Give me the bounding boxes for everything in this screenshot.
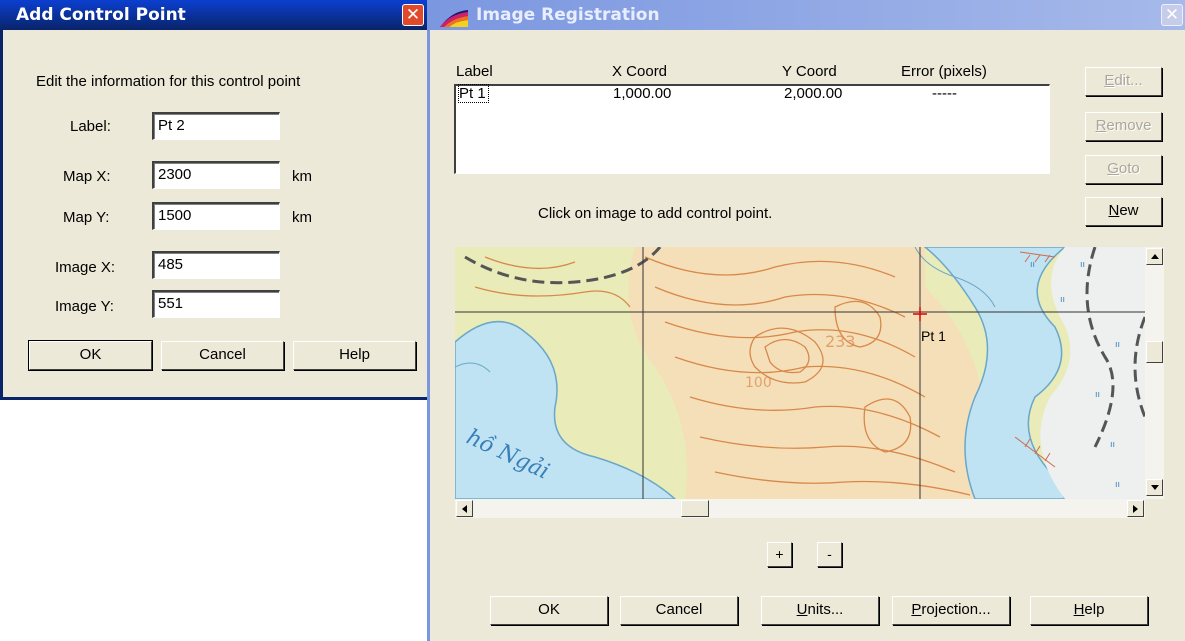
dialog-title-bar[interactable]: Add Control Point ✕ xyxy=(0,0,430,30)
row-y-coord: 2,000.00 xyxy=(784,85,843,102)
arrow-right-icon xyxy=(1133,504,1138,513)
scroll-right-button[interactable] xyxy=(1127,500,1144,517)
image-x-label: Image X: xyxy=(55,259,116,276)
vertical-scroll-thumb[interactable] xyxy=(1146,341,1163,363)
contour-label-233: 233 xyxy=(825,332,856,351)
goto-button[interactable]: Goto xyxy=(1085,155,1162,184)
svg-text:ıı: ıı xyxy=(1060,295,1065,305)
arrow-left-icon xyxy=(462,504,467,513)
svg-text:ıı: ıı xyxy=(1115,340,1120,350)
map-x-input[interactable]: 2300 xyxy=(152,161,280,189)
registration-title-bar[interactable]: Image Registration ✕ xyxy=(430,0,1185,30)
control-point-list[interactable]: Pt 1 1,000.00 2,000.00 ----- xyxy=(454,84,1050,174)
registration-close-button[interactable]: ✕ xyxy=(1161,4,1183,26)
label-field-label: Label: xyxy=(70,118,111,135)
remove-button-label: emove xyxy=(1106,117,1152,134)
svg-text:ıı: ıı xyxy=(1115,480,1120,490)
topographic-map-image[interactable]: ıı ıı ıııı ıııı ıı hồ Ngải 233 100 Pt 1 xyxy=(455,247,1145,499)
control-point-label: Pt 1 xyxy=(921,328,946,344)
help-button[interactable]: Help xyxy=(293,341,416,370)
map-y-unit: km xyxy=(292,209,312,226)
scroll-down-button[interactable] xyxy=(1146,479,1163,496)
map-x-unit: km xyxy=(292,168,312,185)
map-x-label: Map X: xyxy=(63,168,111,185)
scroll-left-button[interactable] xyxy=(456,500,473,517)
add-control-point-dialog: Add Control Point ✕ Edit the information… xyxy=(0,0,430,400)
scroll-up-button[interactable] xyxy=(1146,248,1163,265)
horizontal-scroll-thumb[interactable] xyxy=(681,500,709,517)
ok-button[interactable]: OK xyxy=(28,340,153,371)
registration-ok-button[interactable]: OK xyxy=(490,596,608,625)
units-button-label: nits... xyxy=(807,601,844,618)
registration-help-button-label: elp xyxy=(1084,601,1105,618)
edit-button-label: dit... xyxy=(1114,72,1143,89)
close-icon: ✕ xyxy=(1164,5,1180,25)
hint-text: Click on image to add control point. xyxy=(538,205,773,222)
registration-help-button[interactable]: Help xyxy=(1030,596,1148,625)
column-header-y-coord: Y Coord xyxy=(782,63,837,80)
registration-title: Image Registration xyxy=(476,5,660,25)
zoom-in-button[interactable]: + xyxy=(767,542,792,567)
row-label: Pt 1 xyxy=(458,84,489,103)
row-error: ----- xyxy=(932,85,957,102)
horizontal-scrollbar[interactable] xyxy=(455,499,1145,518)
image-y-label: Image Y: xyxy=(55,298,114,315)
projection-button-label: rojection... xyxy=(921,601,991,618)
image-registration-window: Image Registration ✕ Label X Coord Y Coo… xyxy=(427,0,1185,641)
close-button[interactable]: ✕ xyxy=(402,4,424,26)
map-y-input[interactable]: 1500 xyxy=(152,202,280,230)
label-input[interactable]: Pt 2 xyxy=(152,112,280,140)
map-viewport[interactable]: ıı ıı ıı ıı ıı ıı ıı hồ Ngải 233 100 Pt … xyxy=(455,247,1145,499)
zoom-out-button[interactable]: - xyxy=(817,542,842,567)
svg-text:ıı: ıı xyxy=(1095,390,1100,400)
column-header-x-coord: X Coord xyxy=(612,63,668,80)
new-button-label: ew xyxy=(1119,202,1139,219)
contour-label-100: 100 xyxy=(745,375,772,391)
column-header-error: Error (pixels) xyxy=(901,63,987,80)
registration-cancel-button[interactable]: Cancel xyxy=(620,596,738,625)
vertical-scrollbar[interactable] xyxy=(1145,247,1164,499)
svg-text:ıı: ıı xyxy=(1110,440,1115,450)
list-item[interactable]: Pt 1 1,000.00 2,000.00 ----- xyxy=(456,84,1049,104)
cancel-button[interactable]: Cancel xyxy=(161,341,284,370)
projection-button[interactable]: Projection... xyxy=(892,596,1010,625)
column-header-label: Label xyxy=(456,63,493,80)
units-button[interactable]: Units... xyxy=(761,596,879,625)
image-y-input[interactable]: 551 xyxy=(152,290,280,318)
app-logo-icon xyxy=(440,7,468,27)
remove-button[interactable]: Remove xyxy=(1085,112,1162,141)
svg-text:ıı: ıı xyxy=(1080,260,1085,270)
new-button[interactable]: New xyxy=(1085,197,1162,226)
map-y-label: Map Y: xyxy=(63,209,110,226)
instructions-text: Edit the information for this control po… xyxy=(36,73,301,90)
arrow-down-icon xyxy=(1150,485,1159,490)
row-x-coord: 1,000.00 xyxy=(613,85,672,102)
dialog-title: Add Control Point xyxy=(16,5,186,25)
close-icon: ✕ xyxy=(405,5,421,25)
goto-button-label: oto xyxy=(1118,160,1140,177)
svg-text:ıı: ıı xyxy=(1030,260,1035,270)
edit-button[interactable]: Edit... xyxy=(1085,67,1162,96)
image-x-input[interactable]: 485 xyxy=(152,251,280,279)
arrow-up-icon xyxy=(1150,254,1159,259)
